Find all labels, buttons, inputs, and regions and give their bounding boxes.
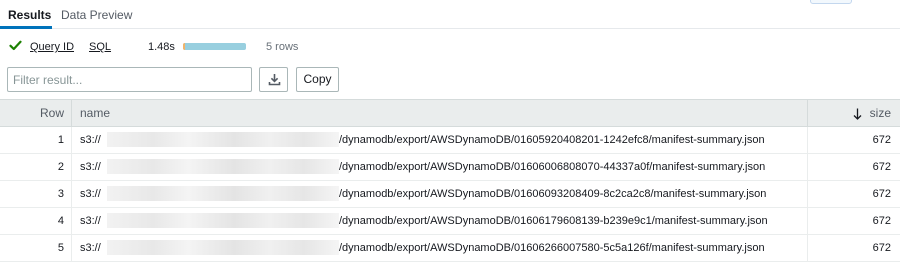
- object-path: /dynamodb/export/AWSDynamoDB/01606179608…: [339, 215, 768, 227]
- s3-prefix: s3://: [80, 161, 101, 173]
- cell-name[interactable]: s3:// /dynamodb/export/AWSDynamoDB/016059…: [73, 127, 808, 154]
- s3-prefix: s3://: [80, 215, 101, 227]
- table-row: 5 s3:// /dynamodb/export/AWSDynamoDB/01606…: [0, 235, 900, 262]
- s3-prefix: s3://: [80, 242, 101, 254]
- s3-prefix: s3://: [80, 188, 101, 200]
- tab-data-preview[interactable]: Data Preview: [61, 8, 132, 22]
- tab-results[interactable]: Results: [8, 8, 51, 22]
- download-icon: [268, 74, 281, 86]
- progress-fill: [183, 43, 246, 50]
- table-row: 3 s3:// /dynamodb/export/AWSDynamoDB/01606…: [0, 181, 900, 208]
- table-header: Row name size: [0, 99, 900, 127]
- cell-name[interactable]: s3:// /dynamodb/export/AWSDynamoDB/016062…: [73, 235, 808, 262]
- object-path: /dynamodb/export/AWSDynamoDB/01605920408…: [339, 134, 765, 146]
- object-path: /dynamodb/export/AWSDynamoDB/01606266007…: [339, 242, 765, 254]
- row-number: 1: [0, 127, 72, 154]
- object-path: /dynamodb/export/AWSDynamoDB/01606093208…: [339, 188, 767, 200]
- redacted-bucket: [107, 212, 339, 228]
- table-row: 1 s3:// /dynamodb/export/AWSDynamoDB/01605…: [0, 127, 900, 154]
- redacted-bucket: [107, 239, 339, 255]
- cell-size: 672: [872, 242, 891, 254]
- column-header-row: Row: [0, 100, 72, 127]
- row-number: 2: [0, 154, 72, 181]
- row-number: 5: [0, 235, 72, 262]
- download-button[interactable]: [259, 67, 288, 92]
- elapsed-time: 1.48s: [148, 41, 175, 53]
- redacted-bucket: [107, 131, 339, 147]
- row-count: 5 rows: [266, 41, 299, 53]
- cell-size: 672: [872, 188, 891, 200]
- table-row: 4 s3:// /dynamodb/export/AWSDynamoDB/01606…: [0, 208, 900, 235]
- toolbar-button-partial[interactable]: [810, 0, 852, 4]
- check-icon: [9, 40, 22, 51]
- copy-button[interactable]: Copy: [296, 67, 339, 92]
- redacted-bucket: [107, 185, 339, 201]
- query-id-link[interactable]: Query ID: [30, 40, 74, 54]
- progress-start-marker: [183, 43, 185, 50]
- cell-size: 672: [872, 134, 891, 146]
- redacted-bucket: [107, 158, 339, 174]
- cell-size: 672: [872, 215, 891, 227]
- column-header-name[interactable]: name: [73, 100, 808, 127]
- cell-name[interactable]: s3:// /dynamodb/export/AWSDynamoDB/016061…: [73, 208, 808, 235]
- filter-input[interactable]: [7, 67, 252, 92]
- arrow-down-icon[interactable]: [853, 108, 862, 120]
- table-row: 2 s3:// /dynamodb/export/AWSDynamoDB/01606…: [0, 154, 900, 181]
- sql-link[interactable]: SQL: [89, 40, 111, 54]
- cell-name[interactable]: s3:// /dynamodb/export/AWSDynamoDB/016060…: [73, 154, 808, 181]
- cell-name[interactable]: s3:// /dynamodb/export/AWSDynamoDB/016060…: [73, 181, 808, 208]
- active-tab-indicator: [0, 26, 52, 29]
- object-path: /dynamodb/export/AWSDynamoDB/01606006808…: [339, 161, 766, 173]
- s3-prefix: s3://: [80, 134, 101, 146]
- cell-size: 672: [872, 161, 891, 173]
- query-progress-bar: [183, 43, 246, 50]
- row-number: 3: [0, 181, 72, 208]
- tab-bar: Results Data Preview: [0, 0, 900, 29]
- row-number: 4: [0, 208, 72, 235]
